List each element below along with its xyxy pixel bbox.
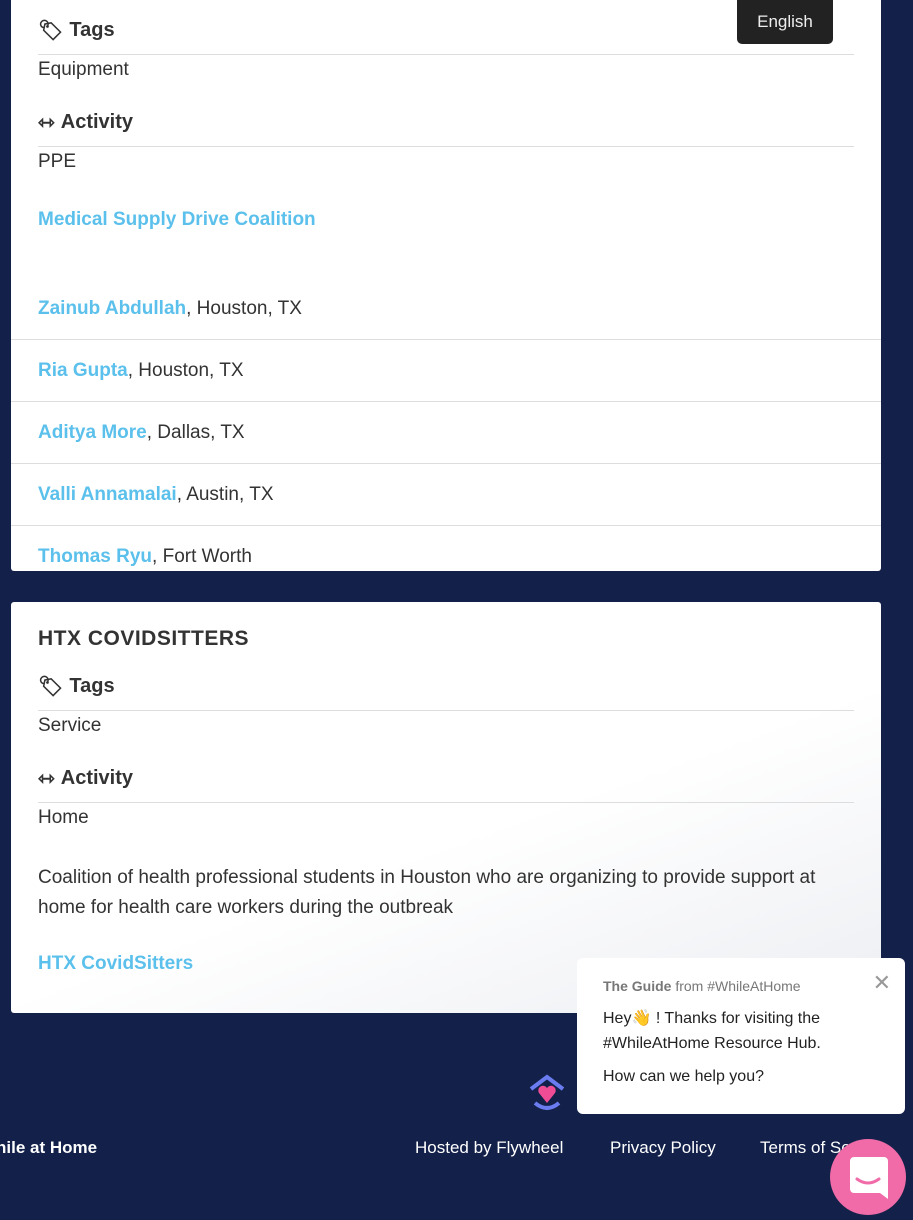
person-link[interactable]: Thomas Ryu <box>38 546 152 568</box>
activity-value: PPE <box>38 151 77 172</box>
hosted-by-link[interactable]: Hosted by Flywheel <box>415 1138 563 1158</box>
tags-heading: 🏷 Tags <box>38 674 115 698</box>
tags-heading: 🏷 Tags <box>38 18 115 42</box>
list-item: Aditya More, Dallas, TX <box>11 401 881 463</box>
person-link[interactable]: Aditya More <box>38 422 147 444</box>
organization-link[interactable]: HTX CovidSitters <box>38 953 193 974</box>
person-link[interactable]: Ria Gupta <box>38 360 128 382</box>
resource-card-medical-supply: 🏷 Tags Equipment ⇿ Activity PPE Medical Su… <box>11 0 881 571</box>
list-item: Thomas Ryu, Fort Worth <box>11 525 881 587</box>
activity-icon: ⇿ <box>38 767 55 790</box>
person-location: , Austin, TX <box>176 483 274 505</box>
privacy-policy-link[interactable]: Privacy Policy <box>610 1138 716 1158</box>
chat-launcher-button[interactable] <box>830 1139 906 1215</box>
resource-card-htx-covidsitters: HTX COVIDSITTERS 🏷 Tags Service ⇿ Activity… <box>11 602 881 1013</box>
site-logo-icon <box>529 1074 565 1110</box>
list-item: Zainub Abdullah, Houston, TX <box>11 279 881 339</box>
close-icon[interactable]: ✕ <box>873 970 891 996</box>
person-location: , Fort Worth <box>152 545 252 567</box>
person-location: , Dallas, TX <box>146 421 245 443</box>
sender-from: from #WhileAtHome <box>671 978 801 994</box>
activity-heading: ⇿ Activity <box>38 110 134 134</box>
person-location: , Houston, TX <box>186 298 302 319</box>
list-item: Valli Annamalai, Austin, TX <box>11 463 881 525</box>
popup-question: How can we help you? <box>603 1068 764 1085</box>
activity-heading: ⇿ Activity <box>38 766 134 790</box>
footer-site-link[interactable]: hile at Home <box>0 1138 97 1158</box>
tags-value: Equipment <box>38 59 129 80</box>
sender-name: The Guide <box>603 978 672 994</box>
tags-value: Service <box>38 715 102 736</box>
person-link[interactable]: Valli Annamalai <box>38 484 177 506</box>
list-item: Ria Gupta, Houston, TX <box>11 339 881 401</box>
popup-message: Hey👋 ! Thanks for visiting the #WhileAtH… <box>603 1010 821 1052</box>
tags-icon: 🏷 <box>38 675 64 698</box>
person-location: , Houston, TX <box>127 359 244 381</box>
chat-popup[interactable]: The Guide from #WhileAtHome Hey👋 ! Thank… <box>577 958 905 1114</box>
activity-value: Home <box>38 807 89 828</box>
organization-link[interactable]: Medical Supply Drive Coalition <box>38 209 316 230</box>
card-title: HTX COVIDSITTERS <box>38 627 250 650</box>
chat-bubble-icon <box>850 1157 888 1199</box>
description: Coalition of health professional student… <box>38 867 816 918</box>
activity-icon: ⇿ <box>38 111 55 134</box>
person-link[interactable]: Zainub Abdullah <box>38 298 186 320</box>
language-selector[interactable]: English <box>737 0 833 44</box>
tags-icon: 🏷 <box>38 19 64 42</box>
